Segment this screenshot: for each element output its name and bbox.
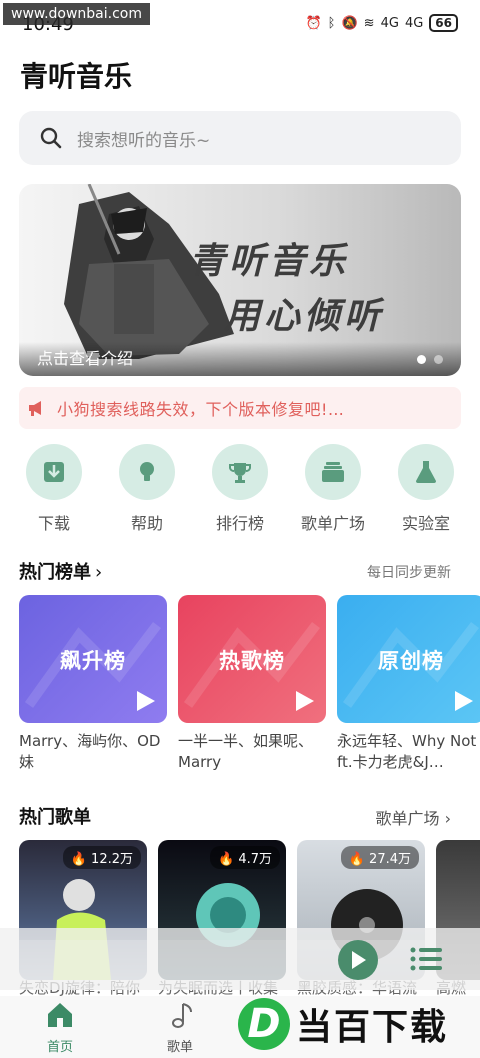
chart-card-label: 原创榜: [378, 649, 444, 673]
alarm-icon: ⏰: [305, 15, 322, 31]
trophy-icon: [229, 463, 251, 483]
quick-action-label: 排行榜: [215, 514, 264, 533]
hot-charts-header: 热门榜单 › 每日同步更新: [19, 558, 461, 588]
hot-playlists-title: 热门歌单: [19, 807, 91, 828]
banner-dot-2[interactable]: [434, 355, 443, 364]
hot-charts-title[interactable]: 热门榜单 ›: [19, 558, 102, 584]
chart-card-soaring[interactable]: 飙升榜: [19, 595, 167, 723]
quick-action-help[interactable]: 帮助: [112, 444, 182, 534]
tab-label: 首页: [46, 1040, 73, 1055]
lightbulb-icon: [140, 462, 154, 481]
watermark-logo: D: [238, 998, 290, 1050]
quick-action-label: 实验室: [401, 514, 450, 533]
playlist-square-link-text: 歌单广场: [375, 809, 440, 828]
layers-icon: [322, 462, 344, 482]
music-note-icon: [172, 1003, 192, 1028]
quick-action-label: 帮助: [130, 514, 163, 533]
play-count-badge: 🔥 12.2万: [62, 846, 141, 869]
playlist-square-link[interactable]: 歌单广场 ›: [375, 805, 451, 829]
banner-subtitle: 用心倾听: [224, 296, 385, 337]
watermark-text: 当百下载: [296, 1007, 449, 1048]
wifi-icon: ≋: [363, 15, 375, 31]
notice-bar[interactable]: 小狗搜索线路失效，下个版本修复吧!…: [19, 387, 461, 429]
quick-action-download-bg: [26, 444, 82, 500]
chevron-right-icon: ›: [95, 562, 103, 583]
tab-home[interactable]: 首页: [20, 1000, 100, 1055]
home-icon: [48, 1003, 72, 1027]
play-icon[interactable]: [137, 691, 155, 711]
search-icon: [40, 127, 62, 149]
quick-action-playlist-square[interactable]: 歌单广场: [298, 444, 368, 534]
battery-icon: 66: [429, 14, 458, 32]
watermark-brand: D 当百下载: [238, 998, 448, 1050]
play-icon[interactable]: [296, 691, 314, 711]
play-count: 27.4万: [369, 852, 411, 867]
quick-action-playlist-square-bg: [305, 444, 361, 500]
play-count: 12.2万: [91, 852, 133, 867]
chart-card-desc: 永远年轻、Why Not ft.卡力老虎&J…: [337, 732, 477, 771]
chart-card-original[interactable]: 原创榜: [337, 595, 480, 723]
quick-action-download[interactable]: 下载: [19, 444, 89, 534]
banner-carousel[interactable]: 青听音乐 用心倾听 点击查看介绍: [19, 184, 461, 376]
mini-player-play-button[interactable]: [338, 940, 378, 980]
play-count-badge: 🔥 4.7万: [209, 846, 280, 869]
quick-action-lab[interactable]: 实验室: [391, 444, 461, 534]
quick-action-label: 歌单广场: [300, 514, 365, 533]
hot-playlists-header: 热门歌单 歌单广场 ›: [19, 803, 461, 833]
banner-page-indicator: [417, 355, 443, 364]
playlist-icon[interactable]: [410, 946, 442, 972]
search-bar[interactable]: 搜索想听的音乐~: [19, 111, 461, 165]
chart-card-desc: 一半一半、如果呢、Marry: [178, 732, 314, 771]
bluetooth-icon: ᛒ: [327, 15, 336, 31]
flask-icon: [416, 461, 436, 483]
tab-playlists[interactable]: 歌单: [140, 1000, 220, 1055]
chart-card-label: 热歌榜: [219, 649, 285, 673]
banner-dot-1[interactable]: [417, 355, 426, 364]
banner-title: 青听音乐: [189, 241, 350, 282]
quick-action-ranking[interactable]: 排行榜: [205, 444, 275, 534]
chart-card-desc: Marry、海屿你、OD妹: [19, 732, 161, 771]
quick-action-help-bg: [119, 444, 175, 500]
status-icons: ⏰ ᛒ 🔕 ≋ 4G 4G 66: [305, 14, 458, 32]
quick-action-ranking-bg: [212, 444, 268, 500]
tab-label: 歌单: [166, 1040, 193, 1055]
mini-player[interactable]: [0, 928, 480, 990]
quick-action-lab-bg: [398, 444, 454, 500]
quick-action-label: 下载: [37, 514, 70, 533]
chart-card-hot[interactable]: 热歌榜: [178, 595, 326, 723]
search-placeholder: 搜索想听的音乐~: [77, 130, 211, 151]
play-icon: [352, 951, 366, 969]
banner-caption: 点击查看介绍: [37, 349, 134, 368]
hot-charts-title-text: 热门榜单: [19, 562, 91, 583]
hot-charts-sync-note: 每日同步更新: [367, 565, 451, 581]
play-count-badge: 🔥 27.4万: [340, 846, 419, 869]
app-title: 青听音乐: [20, 60, 133, 93]
quick-actions: 下载 帮助 排行榜 歌单广场 实验室: [19, 444, 461, 534]
play-count: 4.7万: [238, 852, 272, 867]
play-icon[interactable]: [455, 691, 473, 711]
status-bar: 10:49 www.downbai.com ⏰ ᛒ 🔕 ≋ 4G 4G 66: [0, 0, 480, 40]
chevron-right-icon: ›: [444, 809, 451, 828]
signal-label-2: 4G: [404, 15, 424, 31]
watermark-url: www.downbai.com: [3, 3, 150, 25]
download-icon: [44, 462, 64, 482]
mute-icon: 🔕: [341, 15, 358, 31]
megaphone-icon: [29, 401, 41, 416]
chart-card-label: 飙升榜: [60, 649, 126, 673]
signal-label-1: 4G: [380, 15, 399, 31]
notice-text: 小狗搜索线路失效，下个版本修复吧!…: [57, 400, 345, 419]
